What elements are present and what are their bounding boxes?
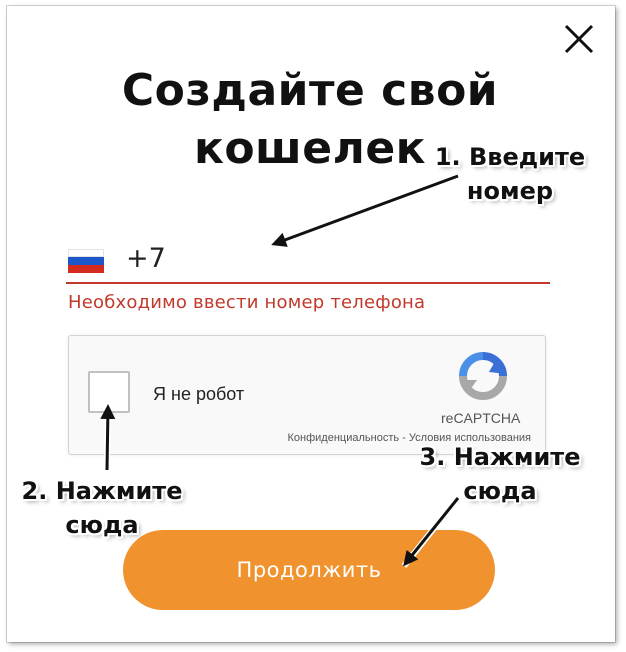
- annotation-step-1-line-2: номер: [466, 177, 554, 205]
- annotation-step-3-line-1: 3. Нажмите: [419, 443, 581, 471]
- continue-button[interactable]: Продолжить: [123, 530, 495, 610]
- annotation-step-3: 3. Нажмите сюда: [410, 440, 590, 508]
- phone-input[interactable]: [126, 240, 526, 276]
- phone-error-message: Необходимо ввести номер телефона: [68, 292, 426, 313]
- close-icon[interactable]: [562, 22, 596, 56]
- annotation-step-3-line-2: сюда: [463, 477, 537, 505]
- recaptcha-widget: Я не робот reCAPTCHA Конфиденциальность …: [68, 335, 546, 455]
- annotation-step-2-line-1: 2. Нажмите: [21, 477, 183, 505]
- annotation-step-1: 1. Введите номер: [428, 140, 592, 208]
- privacy-link[interactable]: Конфиденциальность: [288, 432, 400, 444]
- captcha-checkbox-label: Я не робот: [153, 384, 245, 404]
- recaptcha-logo-icon: [459, 352, 507, 400]
- recaptcha-brand: reCAPTCHA: [441, 410, 521, 426]
- link-separator: -: [402, 432, 406, 444]
- annotation-step-1-line-1: 1. Введите: [434, 143, 586, 171]
- dialog-frame: Создайте свой кошелек Необходимо ввести …: [7, 6, 615, 642]
- title-line-1: Создайте свой: [121, 65, 499, 116]
- russia-flag-icon: [68, 249, 104, 273]
- annotation-step-2-line-2: сюда: [65, 511, 139, 539]
- annotation-step-2: 2. Нажмите сюда: [12, 474, 192, 542]
- phone-field: [66, 236, 550, 284]
- captcha-checkbox[interactable]: [88, 371, 130, 413]
